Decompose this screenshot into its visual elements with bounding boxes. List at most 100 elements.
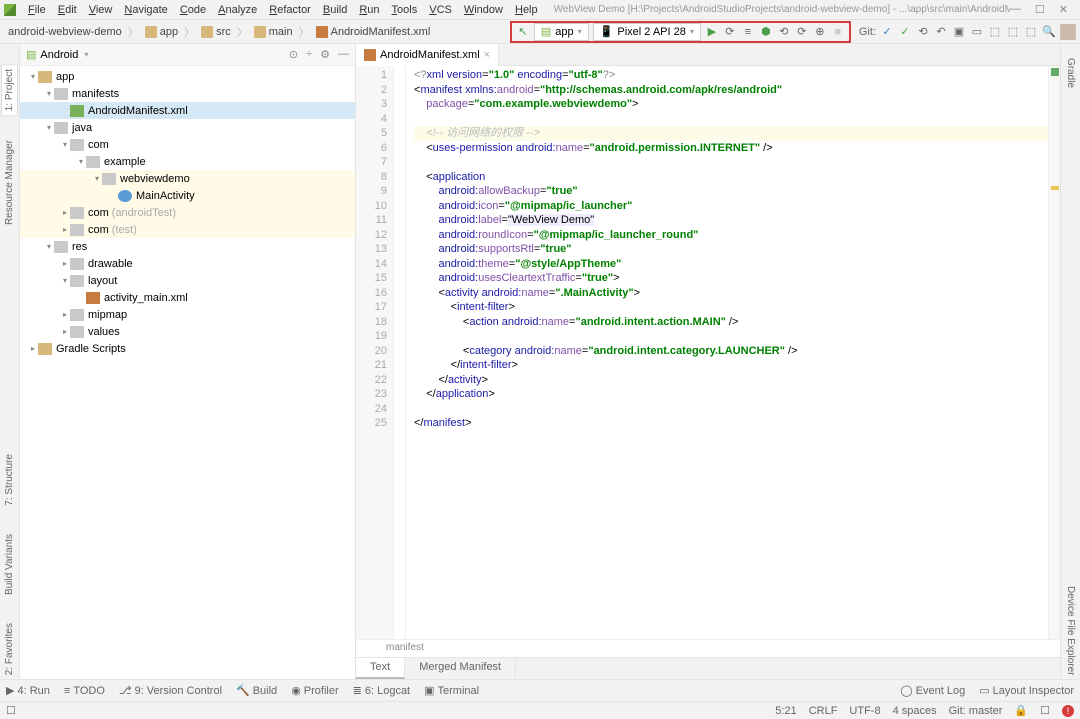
tree-node[interactable]: ▸drawable bbox=[20, 255, 355, 272]
tree-node[interactable]: activity_main.xml bbox=[20, 289, 355, 306]
tb-icon-2[interactable]: ⬚ bbox=[1006, 25, 1020, 39]
tool-window-button[interactable]: ▶4: Run bbox=[6, 684, 50, 697]
tree-node[interactable]: ▾res bbox=[20, 238, 355, 255]
sdk-icon[interactable]: ▭ bbox=[970, 25, 984, 39]
menu-analyze[interactable]: Analyze bbox=[212, 2, 263, 18]
attach-debugger-icon[interactable]: ⟲ bbox=[777, 25, 791, 39]
status-line-sep[interactable]: CRLF bbox=[809, 705, 838, 717]
device-combo[interactable]: 📱 Pixel 2 API 28 ▾ bbox=[593, 23, 701, 41]
apply-code-icon[interactable]: ⟳ bbox=[795, 25, 809, 39]
tab-merged-manifest[interactable]: Merged Manifest bbox=[405, 658, 516, 679]
debug-icon[interactable]: ≡ bbox=[741, 25, 755, 39]
mem-icon[interactable]: ☐ bbox=[1040, 704, 1050, 717]
more-icon[interactable]: ⊕ bbox=[813, 25, 827, 39]
menu-vcs[interactable]: VCS bbox=[423, 2, 458, 18]
menu-help[interactable]: Help bbox=[509, 2, 544, 18]
tree-node[interactable]: ▸com(androidTest) bbox=[20, 204, 355, 221]
close-icon[interactable]: ✕ bbox=[1059, 3, 1068, 16]
breadcrumb-item[interactable]: app bbox=[141, 25, 182, 39]
status-encoding[interactable]: UTF-8 bbox=[849, 705, 880, 717]
vtab-structure[interactable]: 7: Structure bbox=[2, 450, 17, 510]
hide-icon[interactable]: — bbox=[338, 48, 349, 61]
vtab-resource-manager[interactable]: Resource Manager bbox=[2, 136, 17, 229]
tree-node[interactable]: ▸Gradle Scripts bbox=[20, 340, 355, 357]
run-config-combo[interactable]: ▤ app ▾ bbox=[534, 23, 589, 41]
search-icon[interactable]: 🔍 bbox=[1042, 25, 1056, 39]
breadcrumb-item[interactable]: main bbox=[250, 25, 297, 39]
run-icon[interactable]: ▶ bbox=[705, 25, 719, 39]
menu-tools[interactable]: Tools bbox=[386, 2, 424, 18]
vtab-build-variants[interactable]: Build Variants bbox=[2, 530, 17, 599]
lock-icon[interactable]: 🔒 bbox=[1014, 704, 1028, 717]
avd-icon[interactable]: ▣ bbox=[952, 25, 966, 39]
menu-code[interactable]: Code bbox=[174, 2, 212, 18]
menu-edit[interactable]: Edit bbox=[52, 2, 83, 18]
stop-icon[interactable]: ■ bbox=[831, 25, 845, 39]
tree-node[interactable]: ▸values bbox=[20, 323, 355, 340]
breadcrumb-item[interactable]: src bbox=[197, 25, 235, 39]
vtab-project[interactable]: 1: Project bbox=[1, 64, 18, 116]
tree-node[interactable]: MainActivity bbox=[20, 187, 355, 204]
make-project-icon[interactable]: ↖ bbox=[516, 25, 530, 39]
minimize-icon[interactable]: — bbox=[1010, 3, 1021, 16]
apply-changes-icon[interactable]: ⟳ bbox=[723, 25, 737, 39]
profiler-icon[interactable]: ⬢ bbox=[759, 25, 773, 39]
vtab-gradle[interactable]: Gradle bbox=[1063, 54, 1078, 92]
tree-node[interactable]: ▸mipmap bbox=[20, 306, 355, 323]
status-indent[interactable]: 4 spaces bbox=[893, 705, 937, 717]
menu-view[interactable]: View bbox=[83, 2, 119, 18]
tab-text[interactable]: Text bbox=[356, 658, 405, 679]
error-indicator-icon[interactable]: ! bbox=[1062, 705, 1074, 717]
code-editor[interactable]: 1234567891011121314151617181920212223242… bbox=[356, 66, 1060, 639]
menu-refactor[interactable]: Refactor bbox=[263, 2, 317, 18]
warning-marker[interactable] bbox=[1051, 186, 1059, 190]
tree-node[interactable]: ▾java bbox=[20, 119, 355, 136]
tree-node[interactable]: ▸com(test) bbox=[20, 221, 355, 238]
menu-window[interactable]: Window bbox=[458, 2, 509, 18]
vtab-device-explorer[interactable]: Device File Explorer bbox=[1063, 582, 1078, 679]
tool-window-button[interactable]: ▭Layout Inspector bbox=[979, 684, 1074, 697]
menu-navigate[interactable]: Navigate bbox=[118, 2, 173, 18]
avatar-icon[interactable] bbox=[1060, 24, 1076, 40]
tool-window-button[interactable]: 🔨Build bbox=[236, 684, 277, 697]
tree-node[interactable]: ▾manifests bbox=[20, 85, 355, 102]
vtab-favorites[interactable]: 2: Favorites bbox=[2, 619, 17, 679]
status-icon[interactable]: ☐ bbox=[6, 704, 16, 717]
menu-file[interactable]: File bbox=[22, 2, 52, 18]
tb-icon-1[interactable]: ⬚ bbox=[988, 25, 1002, 39]
tool-window-button[interactable]: ⎇9: Version Control bbox=[119, 684, 222, 697]
status-position[interactable]: 5:21 bbox=[775, 705, 796, 717]
gear-icon[interactable]: ⚙ bbox=[320, 48, 330, 61]
git-history-icon[interactable]: ⟲ bbox=[916, 25, 930, 39]
editor-breadcrumb[interactable]: manifest bbox=[356, 639, 1060, 657]
tree-node[interactable]: ▾example bbox=[20, 153, 355, 170]
menu-run[interactable]: Run bbox=[353, 2, 385, 18]
git-commit-icon[interactable]: ✓ bbox=[898, 25, 912, 39]
tree-node[interactable]: ▾com bbox=[20, 136, 355, 153]
breadcrumb-item[interactable]: AndroidManifest.xml bbox=[312, 25, 435, 39]
tool-window-button[interactable]: ≣6: Logcat bbox=[353, 684, 410, 697]
project-view-label[interactable]: Android bbox=[40, 49, 78, 61]
project-tree[interactable]: ▾app▾manifestsAndroidManifest.xml▾java▾c… bbox=[20, 66, 355, 679]
editor-tab[interactable]: AndroidManifest.xml × bbox=[356, 44, 499, 66]
tool-window-button[interactable]: ▣Terminal bbox=[424, 684, 479, 697]
close-tab-icon[interactable]: × bbox=[484, 49, 490, 61]
tree-node[interactable]: ▾layout bbox=[20, 272, 355, 289]
tool-window-button[interactable]: ◯Event Log bbox=[900, 684, 965, 697]
tree-node[interactable]: ▾app bbox=[20, 68, 355, 85]
breadcrumb-item[interactable]: android-webview-demo bbox=[4, 25, 126, 39]
tb-icon-3[interactable]: ⬚ bbox=[1024, 25, 1038, 39]
tool-window-button[interactable]: ≡TODO bbox=[64, 684, 105, 697]
menu-items: FileEditViewNavigateCodeAnalyzeRefactorB… bbox=[22, 2, 544, 18]
code-content[interactable]: <?xml version="1.0" encoding="utf-8"?><m… bbox=[406, 66, 1048, 639]
sync-icon[interactable]: ⊙ bbox=[289, 48, 298, 61]
menu-build[interactable]: Build bbox=[317, 2, 353, 18]
collapse-icon[interactable]: ÷ bbox=[306, 48, 312, 61]
tool-window-button[interactable]: ◉Profiler bbox=[291, 684, 338, 697]
status-git[interactable]: Git: master bbox=[949, 705, 1003, 717]
tree-node[interactable]: ▾webviewdemo bbox=[20, 170, 355, 187]
git-revert-icon[interactable]: ↶ bbox=[934, 25, 948, 39]
git-pull-icon[interactable]: ✓ bbox=[880, 25, 894, 39]
tree-node[interactable]: AndroidManifest.xml bbox=[20, 102, 355, 119]
maximize-icon[interactable]: ☐ bbox=[1035, 3, 1045, 16]
